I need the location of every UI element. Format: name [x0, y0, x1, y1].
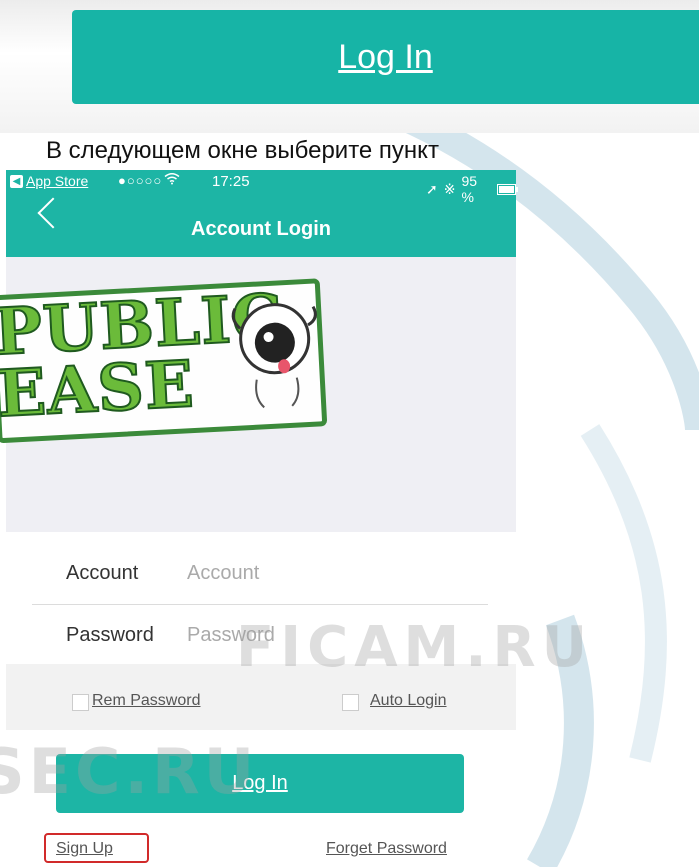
status-bar: ◀ App Store ●○○○○ 17:25 ➚ ※ 95 % [6, 170, 518, 205]
account-row: Account [32, 542, 488, 605]
app-header: ◀ App Store ●○○○○ 17:25 ➚ ※ 95 % Account… [6, 170, 518, 257]
top-banner: Log In [0, 0, 699, 133]
signal-icon: ●○○○○ [118, 173, 163, 188]
wifi-icon [164, 172, 180, 188]
phone-screen: ◀ App Store ●○○○○ 17:25 ➚ ※ 95 % Account… [0, 170, 518, 867]
battery-icon [497, 183, 518, 195]
battery-label: 95 % [461, 173, 478, 205]
rem-password-checkbox[interactable] [72, 694, 89, 711]
watermark-sticker: PUBLIC EASE [0, 278, 337, 445]
account-label: Account [66, 561, 139, 584]
status-back-to-app[interactable]: ◀ App Store [10, 173, 88, 189]
bluetooth-icon: ※ [443, 180, 456, 197]
password-input[interactable] [185, 622, 479, 648]
forget-password-link[interactable]: Forget Password [326, 840, 447, 858]
auto-login-checkbox[interactable] [342, 694, 359, 711]
status-right: ➚ ※ 95 % [426, 173, 518, 205]
eyeball-mascot-icon [231, 303, 317, 409]
account-input[interactable] [185, 560, 479, 586]
page-title: Account Login [191, 218, 331, 240]
large-login-button[interactable]: Log In [72, 10, 699, 104]
instruction-text: В следующем окне выберите пункт [46, 137, 439, 164]
back-arrow-icon: ◀ [10, 174, 23, 188]
sign-up-link[interactable]: Sign Up [56, 840, 113, 858]
password-label: Password [66, 623, 154, 646]
battery-level [499, 185, 515, 193]
rem-password-label[interactable]: Rem Password [92, 692, 200, 710]
location-icon: ➚ [426, 180, 438, 197]
status-time: 17:25 [212, 173, 250, 190]
auto-login-label[interactable]: Auto Login [370, 692, 447, 710]
sticker-text-line2: EASE [0, 346, 197, 433]
password-row: Password [32, 604, 488, 666]
back-app-label: App Store [26, 173, 89, 189]
login-button[interactable]: Log In [56, 754, 464, 813]
